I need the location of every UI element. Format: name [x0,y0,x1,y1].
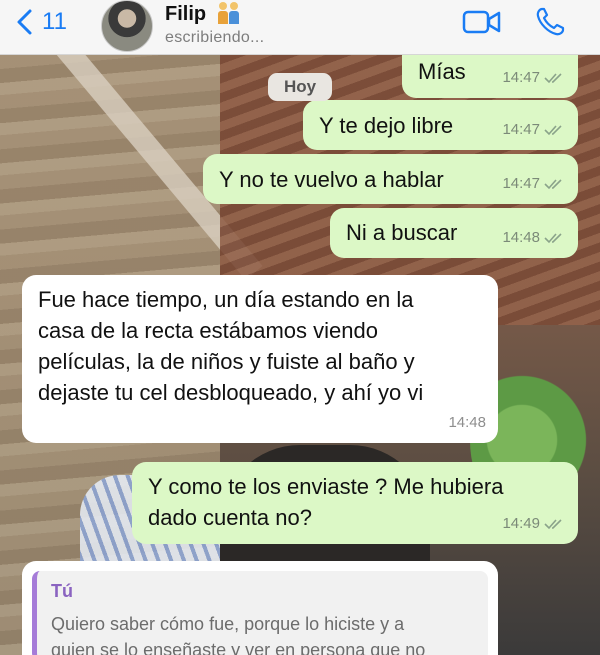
read-ticks-icon [544,518,562,529]
message-text: Fue hace tiempo, un día estando en la ca… [38,284,493,408]
unread-count: 11 [42,8,67,35]
message-time: 14:48 [502,229,540,246]
message-bubble[interactable]: Fue hace tiempo, un día estando en la ca… [22,275,498,443]
video-call-icon[interactable] [462,8,502,36]
message-line: dejaste tu cel desbloqueado, y ahí yo vi [38,380,424,405]
message-time: 14:47 [502,175,540,192]
quote-line: Quiero saber cómo fue, porque lo hiciste… [51,614,405,634]
message-meta: 14:47 [502,168,566,199]
chat-header: 11 Filip escribiendo... [0,0,600,55]
typing-status: escribiendo... [165,29,265,46]
phone-icon[interactable] [534,6,566,38]
date-separator: Hoy [268,73,332,101]
message-time: 14:47 [502,69,540,86]
message-bubble[interactable]: Y como te los enviaste ? Me hubiera dado… [132,462,578,544]
message-text: Ni a buscar [346,220,458,245]
read-ticks-icon [544,232,562,243]
message-meta: 14:48 [448,407,486,438]
message-text: Y no te vuelvo a hablar [219,167,444,192]
message-bubble[interactable]: Y te dejo libre 14:47 [303,100,578,150]
back-button[interactable]: 11 [14,8,67,36]
message-bubble[interactable]: Ni a buscar 14:48 [330,208,578,258]
avatar[interactable] [101,0,153,52]
reply-quote[interactable]: Tú Quiero saber cómo fue, porque lo hici… [32,571,488,655]
read-ticks-icon [544,124,562,135]
message-bubble[interactable]: Y no te vuelvo a hablar 14:47 [203,154,578,204]
quote-author: Tú [51,581,73,601]
message-time: 14:47 [502,121,540,138]
message-line: Fue hace tiempo, un día estando en la [38,287,414,312]
couple-emoji-icon [218,2,239,24]
message-bubble[interactable]: Tú Quiero saber cómo fue, porque lo hici… [22,561,498,655]
message-line: casa de la recta estábamos viendo [38,318,378,343]
message-text: Y te dejo libre [319,113,454,138]
message-meta: 14:48 [502,222,566,253]
message-time: 14:49 [502,515,540,532]
contact-name[interactable]: Filip [165,3,206,26]
message-line: Y como te los enviaste ? Me hubiera [148,474,504,499]
message-bubble[interactable]: Mías 14:47 [402,50,578,98]
quote-line: quien se lo enseñaste y ver en persona q… [51,640,426,655]
read-ticks-icon [544,178,562,189]
message-text: Mías [418,59,466,84]
chevron-left-icon [17,9,32,35]
message-line: películas, la de niños y fuiste al baño … [38,349,415,374]
message-time: 14:48 [448,414,486,431]
quote-text: Quiero saber cómo fue, porque lo hiciste… [51,611,481,655]
read-ticks-icon [544,72,562,83]
message-meta: 14:49 [502,508,566,539]
message-meta: 14:47 [502,114,566,145]
message-meta: 14:47 [502,62,566,93]
